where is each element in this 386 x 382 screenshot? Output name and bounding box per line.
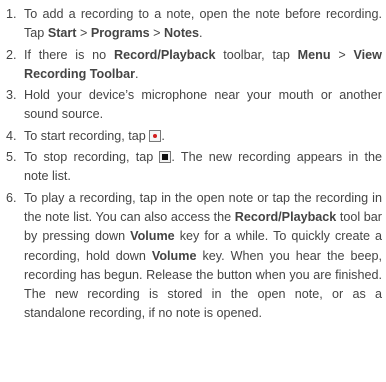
step-number: 6. <box>6 190 17 205</box>
step-3: 3. Hold your device’s microphone near yo… <box>6 86 382 125</box>
step-bold-term: Record/Playback <box>234 209 337 224</box>
step-bold-term: Programs <box>90 26 150 41</box>
step-bold-term: Start <box>47 26 77 41</box>
step-number: 3. <box>6 88 17 103</box>
step-number: 5. <box>6 150 17 165</box>
step-number: 2. <box>6 47 17 62</box>
step-text: . <box>135 66 139 81</box>
step-1: 1. To add a recording to a note, open th… <box>6 5 382 44</box>
step-text: If there is no <box>24 47 114 62</box>
step-bold-term: Menu <box>297 47 331 62</box>
step-text: . <box>199 26 203 41</box>
step-bold-term: Notes <box>164 26 200 41</box>
step-4: 4. To start recording, tap . <box>6 127 382 146</box>
step-text: > <box>76 26 91 41</box>
step-number: 4. <box>6 128 17 143</box>
step-bold-term: Volume <box>151 248 197 263</box>
steps-list: 1. To add a recording to a note, open th… <box>6 5 382 324</box>
step-6: 6. To play a recording, tap in the open … <box>6 189 382 324</box>
step-text: > <box>149 26 165 41</box>
step-text: To stop recording, tap <box>24 150 160 165</box>
step-5: 5. To stop recording, tap . The new reco… <box>6 148 382 187</box>
instructions-page: 1. To add a recording to a note, open th… <box>0 0 386 382</box>
step-bold-term: Record/Playback <box>113 47 216 62</box>
step-text: Hold your device’s microphone near your … <box>24 88 382 122</box>
step-text: . <box>161 128 165 143</box>
stop-icon <box>159 151 172 164</box>
step-2: 2. If there is no Record/Playback toolba… <box>6 46 382 85</box>
step-bold-term: Volume <box>130 229 175 244</box>
step-text: toolbar, tap <box>215 47 298 62</box>
step-text: To start recording, tap <box>24 128 150 143</box>
record-icon <box>149 129 162 142</box>
step-number: 1. <box>6 7 17 21</box>
step-text: > <box>330 47 354 62</box>
